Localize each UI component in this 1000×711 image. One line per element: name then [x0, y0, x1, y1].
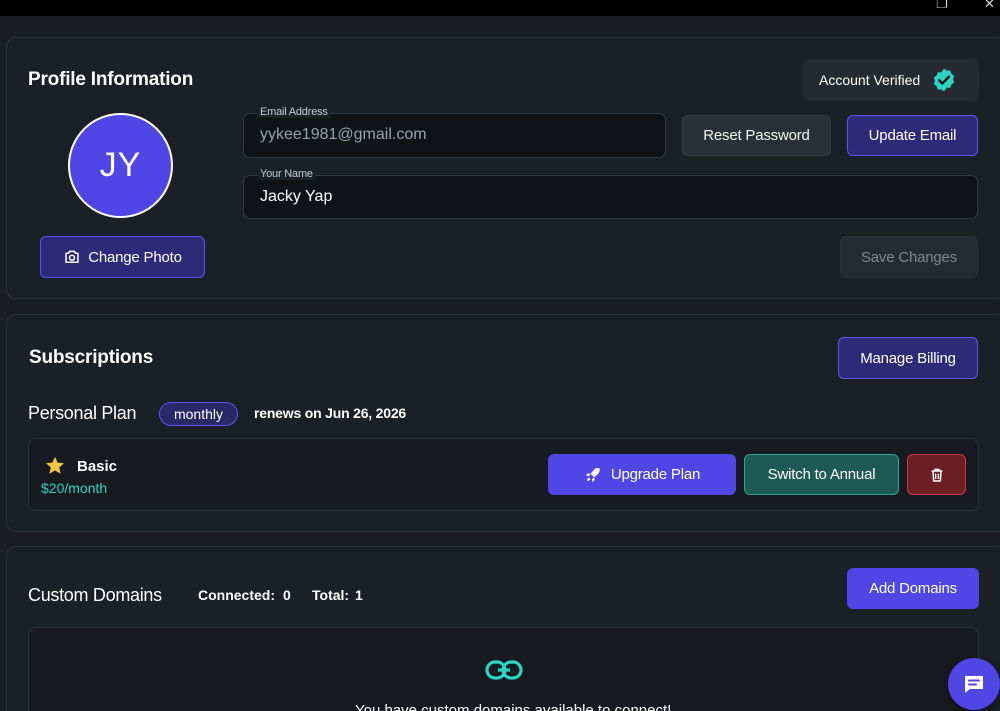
star-icon	[46, 456, 64, 474]
close-window-icon[interactable]: ✕	[984, 0, 995, 12]
connected-count: 0	[283, 587, 291, 603]
total-count: 1	[355, 587, 363, 603]
account-verified-badge: Account Verified	[803, 59, 979, 101]
change-photo-button[interactable]: Change Photo	[40, 236, 205, 278]
plan-name: Personal Plan	[28, 403, 137, 423]
trash-icon	[931, 468, 942, 482]
link-icon	[485, 660, 523, 680]
change-photo-label: Change Photo	[88, 248, 182, 266]
reset-password-button[interactable]: Reset Password	[682, 115, 831, 156]
verified-label: Account Verified	[819, 72, 921, 88]
subscriptions-title: Subscriptions	[29, 347, 154, 368]
add-domains-button[interactable]: Add Domains	[847, 568, 979, 609]
name-field[interactable]: Jacky Yap	[243, 175, 978, 219]
name-field-label: Your Name	[257, 168, 316, 180]
profile-title: Profile Information	[28, 69, 194, 90]
name-value: Jacky Yap	[260, 188, 333, 205]
tier-name: Basic	[77, 458, 118, 475]
domains-empty-text: You have custom domains available to con…	[355, 702, 672, 711]
rocket-icon	[585, 467, 600, 482]
email-field[interactable]: yykee1981@gmail.com	[243, 113, 666, 158]
renewal-text: renews on Jun 26, 2026	[254, 405, 407, 421]
email-value: yykee1981@gmail.com	[260, 126, 427, 143]
tier-price: $20/month	[41, 480, 108, 496]
camera-icon	[65, 250, 79, 263]
manage-billing-button[interactable]: Manage Billing	[838, 337, 978, 379]
save-changes-button[interactable]: Save Changes	[840, 236, 978, 278]
domains-title: Custom Domains	[28, 585, 162, 605]
verified-check-icon	[933, 68, 955, 92]
billing-cycle-badge: monthly	[159, 402, 238, 426]
email-field-label: Email Address	[257, 106, 331, 118]
total-label: Total:	[312, 587, 350, 603]
connected-label: Connected:	[198, 587, 275, 603]
delete-subscription-button[interactable]	[907, 454, 966, 495]
upgrade-plan-button[interactable]: Upgrade Plan	[548, 454, 736, 495]
chat-support-button[interactable]	[948, 658, 1000, 710]
window-titlebar: ❐ ✕	[0, 0, 1000, 16]
restore-window-icon[interactable]: ❐	[936, 0, 948, 12]
switch-to-annual-button[interactable]: Switch to Annual	[744, 454, 899, 495]
upgrade-plan-label: Upgrade Plan	[610, 466, 701, 483]
avatar: JY	[68, 113, 173, 218]
update-email-button[interactable]: Update Email	[847, 115, 978, 156]
chat-icon	[965, 676, 983, 693]
